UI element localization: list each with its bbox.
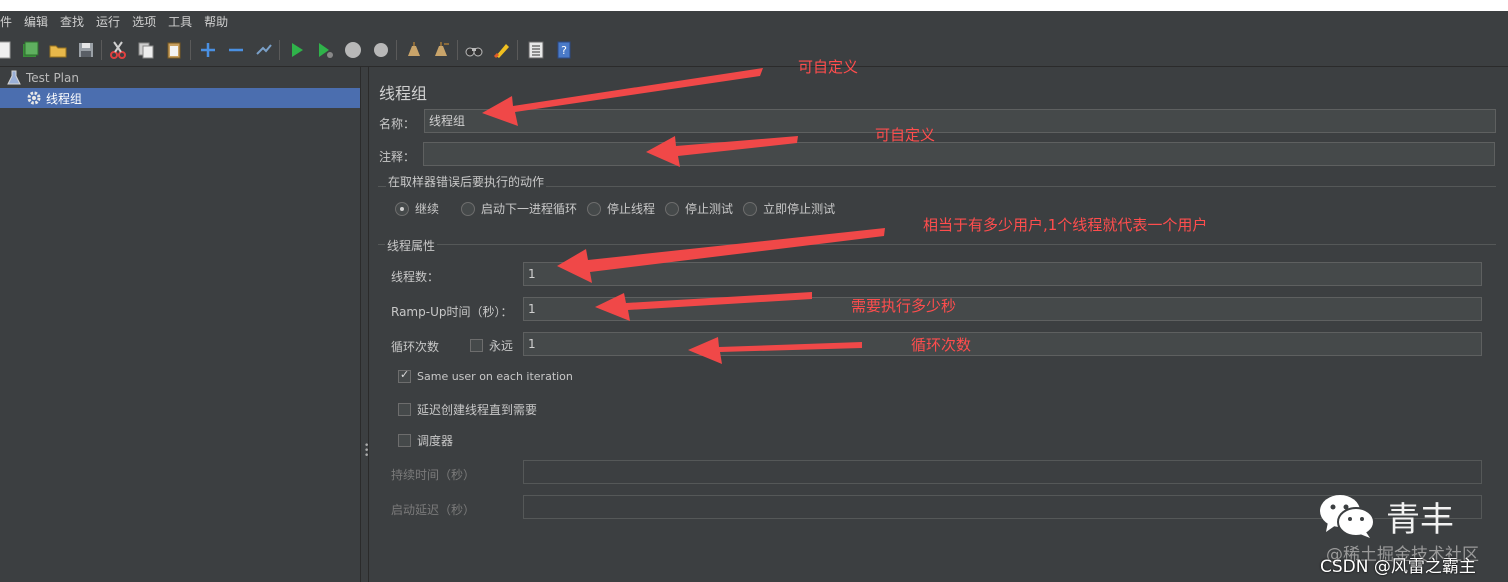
duration-field[interactable] [523, 460, 1482, 484]
radio-label: 继续 [415, 202, 440, 216]
radio-label: 停止测试 [685, 202, 734, 216]
comment-field[interactable] [423, 142, 1495, 166]
splitter-grip-icon[interactable]: • • • [364, 442, 369, 461]
loop-count-label: 循环次数 [391, 340, 440, 354]
startup-delay-label: 启动延迟（秒） [391, 503, 476, 517]
thread-properties-title: 线程属性 [385, 237, 438, 254]
wechat-logo-icon [1320, 495, 1375, 538]
watermark-csdn: CSDN @风雷之霸主 [1320, 557, 1476, 577]
toolbar-separator [279, 40, 280, 60]
toolbar-separator [517, 40, 518, 60]
menu-help[interactable]: 帮助 [198, 11, 234, 33]
sampler-error-title: 在取样器错误后要执行的动作 [386, 173, 547, 190]
new-icon[interactable] [0, 40, 14, 60]
radio-label: 立即停止测试 [763, 202, 836, 216]
radio-label: 启动下一进程循环 [481, 202, 578, 216]
clear-icon[interactable] [404, 40, 424, 60]
tree-node-thread-group[interactable]: 线程组 [0, 88, 360, 108]
radio-button[interactable] [665, 201, 680, 216]
expand-icon[interactable] [198, 40, 218, 60]
flask-icon [7, 70, 21, 85]
toolbar-separator [457, 40, 458, 60]
tree-node-label: 线程组 [46, 91, 83, 106]
menu-edit[interactable]: 编辑 [18, 11, 54, 33]
save-icon[interactable] [76, 40, 96, 60]
forever-checkbox[interactable] [470, 339, 483, 352]
panel-splitter[interactable] [362, 67, 369, 582]
radio-button[interactable] [395, 201, 409, 216]
start-icon[interactable] [287, 40, 307, 60]
toolbar-separator [101, 40, 102, 60]
collapse-icon[interactable] [226, 40, 246, 60]
forever-label: 永远 [489, 339, 514, 353]
annotation-comment: 可自定义 [875, 126, 936, 144]
menu-bar: 件 编辑 查找 运行 选项 工具 帮助 [0, 11, 1508, 33]
sampler-error-options: 继续 启动下一进程循环 停止线程 停止测试 立即停止测试 [395, 200, 845, 217]
shutdown-icon[interactable] [371, 40, 391, 60]
gear-icon [27, 91, 41, 105]
paste-icon[interactable] [164, 40, 184, 60]
search-icon[interactable] [464, 40, 484, 60]
templates-icon[interactable] [20, 40, 40, 60]
clear-all-icon[interactable] [432, 40, 452, 60]
toolbar-separator [396, 40, 397, 60]
name-field[interactable]: 线程组 [424, 109, 1496, 133]
loop-count-field[interactable]: 1 [523, 332, 1482, 356]
rampup-field[interactable]: 1 [523, 297, 1482, 321]
menu-options[interactable]: 选项 [126, 11, 162, 33]
delay-thread-creation-label: 延迟创建线程直到需要 [417, 403, 538, 417]
svg-text:?: ? [561, 44, 567, 57]
threads-field[interactable]: 1 [523, 262, 1482, 286]
delay-thread-creation-checkbox[interactable] [398, 403, 411, 416]
help-icon[interactable]: ? [554, 40, 574, 60]
start-no-pause-icon[interactable] [315, 40, 335, 60]
scheduler-row[interactable]: 调度器 [398, 432, 453, 449]
scheduler-checkbox[interactable] [398, 434, 411, 447]
menu-run[interactable]: 运行 [90, 11, 126, 33]
toolbar-separator [190, 40, 191, 60]
duration-label: 持续时间（秒） [391, 468, 476, 482]
cut-icon[interactable] [108, 40, 128, 60]
radio-label: 停止线程 [607, 202, 656, 216]
same-user-label: Same user on each iteration [417, 370, 573, 383]
radio-button[interactable] [587, 201, 602, 216]
watermark-wechat-name: 青丰 [1386, 500, 1454, 540]
menu-search[interactable]: 查找 [54, 11, 90, 33]
annotation-rampup: 需要执行多少秒 [851, 297, 957, 315]
radio-button[interactable] [461, 201, 476, 216]
page-title: 线程组 [379, 84, 428, 103]
toolbar: ? [0, 33, 1508, 67]
radio-button[interactable] [743, 201, 758, 216]
group-divider [378, 244, 1496, 245]
delay-thread-creation-row[interactable]: 延迟创建线程直到需要 [398, 401, 537, 418]
name-label: 名称： [379, 117, 416, 131]
scheduler-label: 调度器 [417, 434, 454, 448]
radio-stop-thread[interactable]: 停止线程 [587, 200, 655, 217]
same-user-row[interactable]: Same user on each iteration [398, 368, 573, 383]
same-user-checkbox[interactable] [398, 368, 411, 383]
stop-icon[interactable] [343, 40, 363, 60]
reset-search-icon[interactable] [492, 40, 512, 60]
threads-label: 线程数： [391, 270, 440, 284]
copy-icon[interactable] [136, 40, 156, 60]
menu-tools[interactable]: 工具 [162, 11, 198, 33]
radio-start-next-loop[interactable]: 启动下一进程循环 [461, 200, 577, 217]
annotation-name: 可自定义 [798, 58, 859, 76]
tree-node-label: Test Plan [26, 71, 79, 85]
radio-continue[interactable]: 继续 [395, 200, 439, 217]
title-bar-strip [0, 0, 1508, 11]
forever-checkbox-row[interactable]: 永远 [470, 337, 513, 354]
open-icon[interactable] [48, 40, 68, 60]
tree-node-test-plan[interactable]: Test Plan [6, 68, 361, 88]
menu-file[interactable]: 件 [0, 11, 18, 33]
radio-stop-test[interactable]: 停止测试 [665, 200, 733, 217]
test-plan-tree: Test Plan 线程组 [0, 67, 361, 582]
rampup-label: Ramp-Up时间（秒）： [391, 305, 513, 319]
radio-stop-test-now[interactable]: 立即停止测试 [743, 200, 835, 217]
annotation-threads: 相当于有多少用户,1个线程就代表一个用户 [923, 216, 1208, 234]
toggle-icon[interactable] [254, 40, 274, 60]
comment-label: 注释： [379, 150, 416, 164]
function-helper-icon[interactable] [526, 40, 546, 60]
annotation-loop: 循环次数 [911, 336, 972, 354]
